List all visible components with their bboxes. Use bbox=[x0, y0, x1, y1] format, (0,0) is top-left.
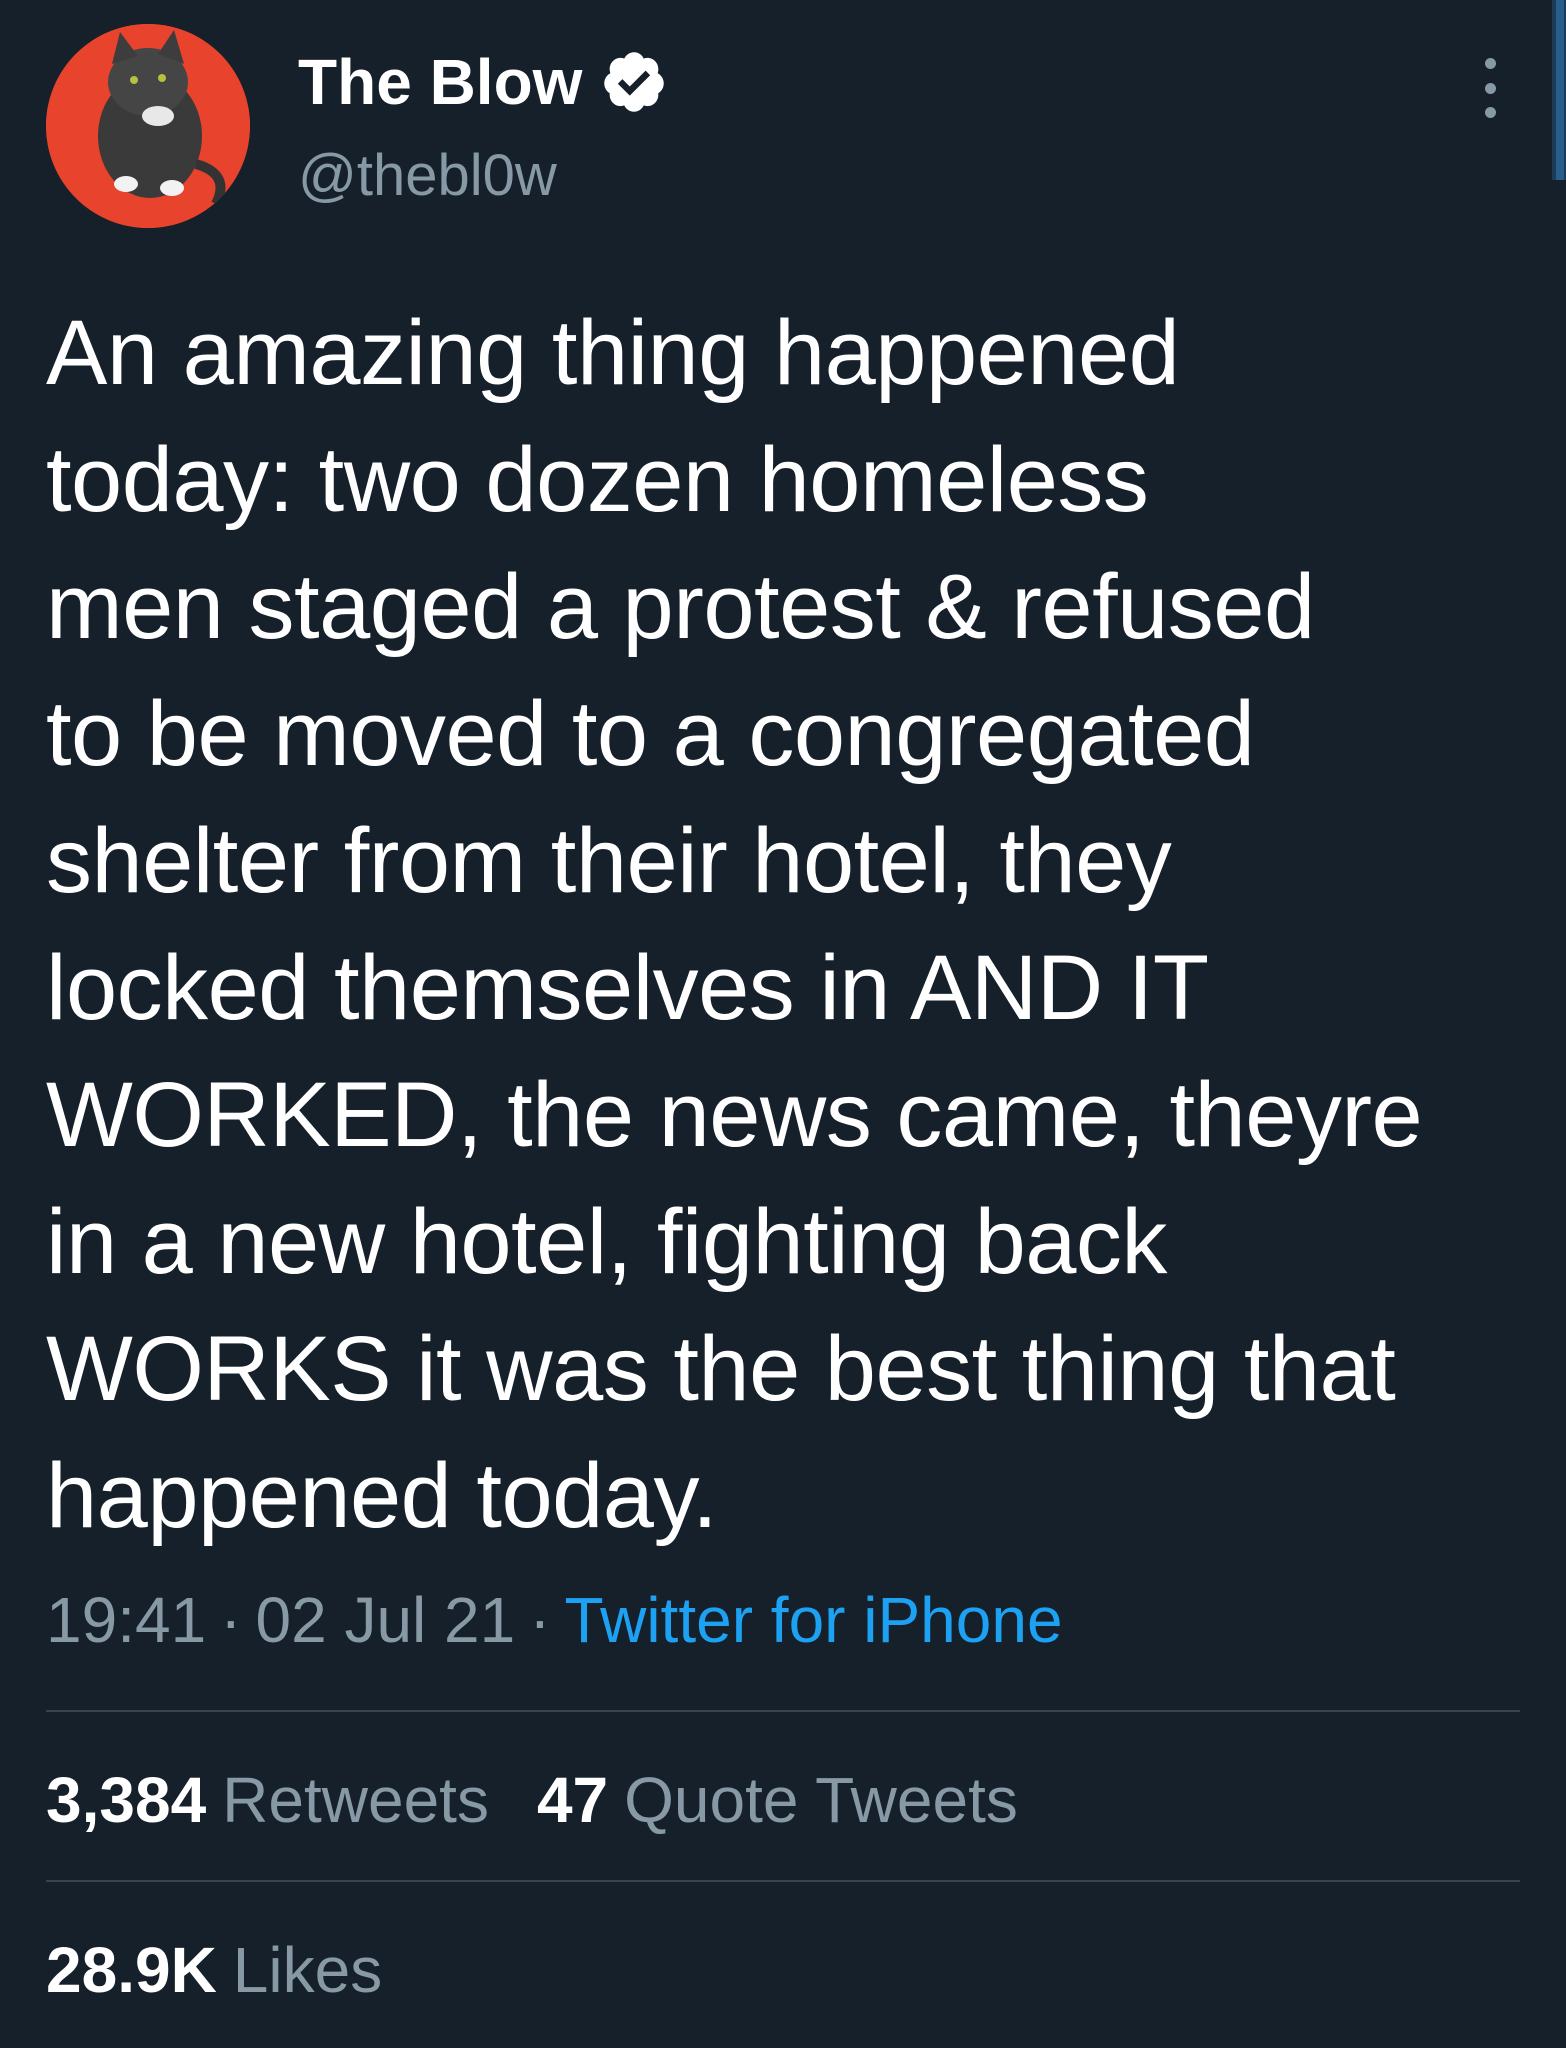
more-dot bbox=[1484, 107, 1496, 118]
retweets-count: 3,384 bbox=[46, 1764, 207, 1836]
author-handle[interactable]: @thebl0w bbox=[298, 140, 557, 212]
verified-badge-icon bbox=[600, 48, 668, 116]
tweet-source-link[interactable]: Twitter for iPhone bbox=[565, 1584, 1063, 1656]
tweet-date[interactable]: 02 Jul 21 bbox=[255, 1584, 515, 1656]
more-dot bbox=[1484, 82, 1496, 94]
stats-row-likes: 28.9K Likes bbox=[46, 1930, 430, 2010]
divider bbox=[46, 1880, 1520, 1882]
retweets-label: Retweets bbox=[222, 1764, 489, 1836]
retweets-stat[interactable]: 3,384 Retweets bbox=[46, 1764, 489, 1836]
more-dot bbox=[1484, 58, 1496, 69]
author-name-text: The Blow bbox=[298, 46, 583, 118]
stats-row-retweets: 3,384 Retweets 47 Quote Tweets bbox=[46, 1760, 1066, 1840]
tweet-text: An amazing thing happened today: two doz… bbox=[46, 302, 1423, 1547]
quote-tweets-label: Quote Tweets bbox=[624, 1764, 1018, 1836]
quote-tweets-stat[interactable]: 47 Quote Tweets bbox=[537, 1764, 1018, 1836]
meta-separator: · bbox=[220, 1584, 242, 1656]
meta-separator: · bbox=[529, 1584, 551, 1656]
scroll-indicator[interactable] bbox=[1552, 0, 1566, 180]
quote-tweets-count: 47 bbox=[536, 1764, 609, 1836]
tweet-meta: 19:41 · 02 Jul 21 · Twitter for iPhone bbox=[46, 1580, 1063, 1660]
tweet-time[interactable]: 19:41 bbox=[46, 1584, 206, 1656]
more-vertical-icon[interactable] bbox=[1470, 58, 1510, 118]
author-display-name[interactable]: The Blow bbox=[298, 42, 668, 122]
likes-stat[interactable]: 28.9K Likes bbox=[46, 1934, 382, 2006]
likes-label: Likes bbox=[232, 1934, 383, 2006]
likes-count: 28.9K bbox=[46, 1934, 217, 2006]
avatar-cat-image bbox=[46, 24, 250, 228]
avatar[interactable] bbox=[46, 24, 250, 228]
divider bbox=[46, 1710, 1520, 1712]
tweet-detail: The Blow @thebl0w An amazing thing happe… bbox=[0, 0, 1566, 2048]
